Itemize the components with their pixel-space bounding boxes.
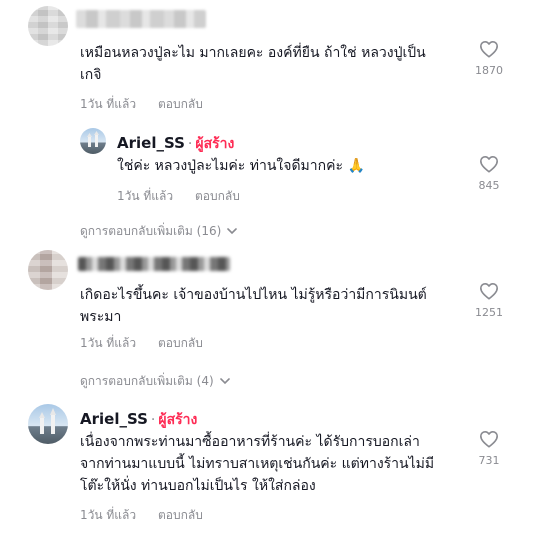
chevron-down-icon: [219, 378, 230, 385]
comment-author-name[interactable]: Ariel_SS: [80, 410, 148, 428]
comment-line: เกิดอะไรขึ้นคะ เจ้าของบ้านไปไหน ไม่รู้หร…: [80, 287, 427, 303]
heart-outline-icon: [480, 40, 498, 58]
comment-meta: 1วัน ที่แล้ว ตอบกลับ: [80, 334, 221, 353]
reply-author-name[interactable]: Ariel_SS: [117, 134, 185, 152]
creator-avatar[interactable]: [80, 128, 106, 154]
comment-author-row: Ariel_SS · ผู้สร้าง: [80, 409, 197, 431]
separator-dot: ·: [150, 412, 156, 428]
reply-button[interactable]: ตอบกลับ: [195, 189, 240, 203]
reply-meta: 1วัน ที่แล้ว ตอบกลับ: [117, 187, 258, 206]
view-more-replies-button[interactable]: ดูการตอบกลับเพิ่มเติม (16): [80, 222, 238, 241]
commenter-name-blurred[interactable]: [76, 10, 206, 28]
like-count: 1870: [475, 64, 503, 77]
like-count: 1251: [475, 306, 503, 319]
like-button[interactable]: 1870: [469, 40, 509, 77]
creator-avatar[interactable]: [28, 404, 68, 444]
comment-text: เกิดอะไรขึ้นคะ เจ้าของบ้านไปไหน ไม่รู้หร…: [80, 284, 465, 328]
reply-text: ใช่ค่ะ หลวงปู่ละไมค่ะ ท่านใจดีมากค่ะ 🙏: [117, 158, 365, 174]
chevron-down-icon: [227, 228, 238, 235]
comment-line: จากท่านมาแบบนี้ ไม่ทราบสาเหตุเช่นกันค่ะ …: [80, 456, 435, 472]
reply-button[interactable]: ตอบกลับ: [158, 336, 203, 350]
like-button[interactable]: 731: [469, 430, 509, 467]
comment-meta: 1วัน ที่แล้ว ตอบกลับ: [80, 506, 221, 525]
heart-outline-icon: [480, 430, 498, 448]
creator-badge: ผู้สร้าง: [158, 412, 198, 428]
creator-badge: ผู้สร้าง: [195, 136, 235, 152]
comment-line: โต๊ะให้นั่ง ท่านบอกไม่เป็นไร ให้ใส่กล่อง: [80, 478, 316, 494]
temple-photo: [39, 408, 56, 434]
comment-text: เนื่องจากพระท่านมาซื้ออาหารที่ร้านค่ะ ได…: [80, 431, 465, 497]
view-more-replies-label: ดูการตอบกลับเพิ่มเติม (16): [80, 224, 222, 238]
timestamp: 1วัน ที่แล้ว: [80, 97, 137, 111]
like-count: 731: [478, 454, 500, 467]
heart-outline-icon: [480, 282, 498, 300]
timestamp: 1วัน ที่แล้ว: [117, 189, 174, 203]
comment-line: เหมือนหลวงปู่ละไม มากเลยคะ องค์ที่ยืน ถ้…: [80, 45, 426, 61]
like-button[interactable]: 1251: [469, 282, 509, 319]
comment-text: เหมือนหลวงปู่ละไม มากเลยคะ องค์ที่ยืน ถ้…: [80, 42, 465, 86]
commenter-avatar[interactable]: [28, 250, 68, 290]
reply-button[interactable]: ตอบกลับ: [158, 508, 203, 522]
separator-dot: ·: [187, 136, 193, 152]
temple-photo: [87, 131, 99, 147]
timestamp: 1วัน ที่แล้ว: [80, 508, 137, 522]
comment-line: เนื่องจากพระท่านมาซื้ออาหารที่ร้านค่ะ ได…: [80, 434, 420, 450]
comment-meta: 1วัน ที่แล้ว ตอบกลับ: [80, 95, 221, 114]
comment-line: เกจิ: [80, 67, 102, 83]
like-button[interactable]: 845: [469, 155, 509, 192]
heart-outline-icon: [480, 155, 498, 173]
commenter-name-blurred[interactable]: [78, 257, 230, 271]
reply-button[interactable]: ตอบกลับ: [158, 97, 203, 111]
comment-line: พระมา: [80, 309, 122, 325]
view-more-replies-label: ดูการตอบกลับเพิ่มเติม (4): [80, 374, 214, 388]
commenter-avatar[interactable]: [28, 6, 68, 46]
reply-author-row: Ariel_SS · ผู้สร้าง: [117, 133, 234, 155]
timestamp: 1วัน ที่แล้ว: [80, 336, 137, 350]
like-count: 845: [478, 179, 500, 192]
view-more-replies-button[interactable]: ดูการตอบกลับเพิ่มเติม (4): [80, 372, 230, 391]
